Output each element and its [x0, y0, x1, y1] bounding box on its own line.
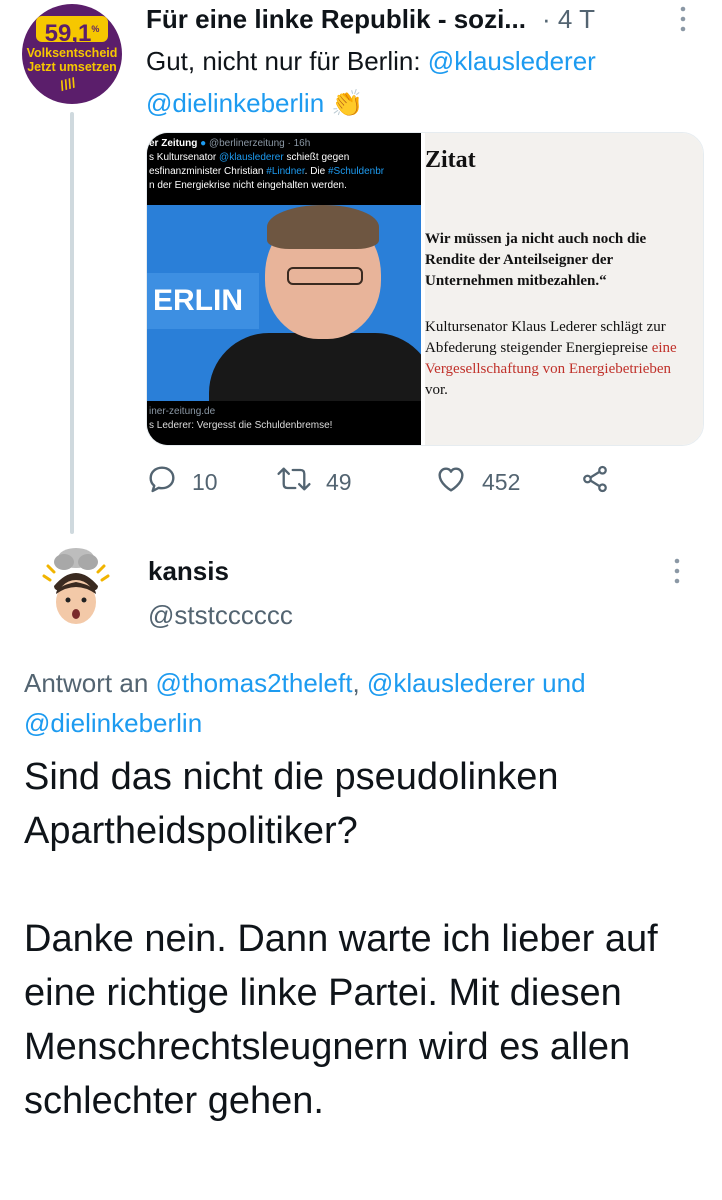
avatar-badge-number: 59,1% [36, 16, 108, 47]
media-image-right[interactable]: Zitat Wir müssen ja nicht auch noch die … [425, 133, 703, 445]
author-display-name[interactable]: Für eine linke Republik - sozi... [146, 4, 526, 35]
reply-count: 10 [192, 468, 218, 495]
more-vertical-icon[interactable] [676, 4, 690, 39]
mention-link[interactable]: @thomas2theleft [156, 668, 353, 698]
mention-link[interactable]: @klauslederer [367, 668, 535, 698]
reply-button[interactable]: 10 [146, 462, 218, 502]
retweet-icon [276, 463, 326, 501]
quote-text: Wir müssen ja nicht auch noch die Rendit… [425, 231, 647, 289]
reply-author-name[interactable]: kansis [148, 556, 229, 587]
reply-author-avatar[interactable] [36, 546, 116, 630]
berlin-sign: ERLIN [147, 273, 259, 329]
retweet-count: 49 [326, 468, 352, 495]
tweet-text-prefix: Gut, nicht nur für Berlin: [146, 46, 428, 76]
quote-attribution: Kultursenator Klaus Lederer schlägt zur … [425, 319, 677, 398]
mention-link[interactable]: @klauslederer [428, 46, 596, 76]
tweet-timestamp[interactable]: · 4 T [542, 4, 595, 35]
more-vertical-icon[interactable] [670, 556, 684, 591]
reply-author-handle[interactable]: @ststcccccc [148, 600, 293, 631]
hand-icon: //// [58, 74, 78, 94]
share-icon [580, 463, 624, 501]
author-avatar[interactable]: 59,1% Volksentscheid Jetzt umsetzen //// [22, 4, 122, 104]
avatar-text-line2: Jetzt umsetzen [27, 60, 117, 74]
reply-to-and[interactable]: und [535, 668, 585, 698]
clapping-hands-emoji: 👏 [331, 88, 364, 118]
quote-heading: Zitat [425, 147, 476, 173]
tweet-text: Gut, nicht nur für Berlin: @klauslederer… [146, 40, 706, 124]
retweet-button[interactable]: 49 [276, 462, 352, 502]
mention-link[interactable]: @dielinkeberlin [24, 708, 202, 738]
tweet-action-bar: 10 49 452 [146, 462, 706, 502]
reply-text: Sind das nicht die pseudolinken Aparthei… [24, 750, 704, 1128]
like-count: 452 [482, 468, 521, 495]
reply-to-separator: , [352, 668, 367, 698]
like-button[interactable]: 452 [434, 462, 520, 502]
portrait-photo: ERLIN [147, 205, 421, 401]
tweet-header: Für eine linke Republik - sozi... · 4 T [146, 2, 694, 36]
heart-icon [434, 463, 482, 501]
mention-link[interactable]: @dielinkeberlin [146, 88, 324, 118]
photo-glasses [287, 267, 363, 285]
media-image-left[interactable]: er Zeitung ● @berlinerzeitung · 16h s Ku… [147, 133, 421, 445]
link-card-caption[interactable]: iner-zeitung.de s Lederer: Vergesst die … [147, 401, 421, 445]
thread-connector-line [70, 112, 74, 534]
reply-paragraph: Danke nein. Dann warte ich lieber auf ei… [24, 918, 658, 1122]
embedded-tweet-header: er Zeitung ● @berlinerzeitung · 16h s Ku… [147, 133, 421, 205]
photo-hair [267, 205, 379, 249]
photo-shoulders [209, 333, 421, 401]
reply-icon [146, 463, 192, 501]
tweet-media[interactable]: er Zeitung ● @berlinerzeitung · 16h s Ku… [146, 132, 704, 446]
reply-paragraph: Sind das nicht die pseudolinken Aparthei… [24, 756, 559, 852]
avatar-text-line1: Volksentscheid [26, 46, 118, 60]
reply-to-line: Antwort an @thomas2theleft, @klausledere… [24, 663, 714, 743]
share-button[interactable] [580, 462, 624, 502]
reply-to-prefix: Antwort an [24, 668, 156, 698]
